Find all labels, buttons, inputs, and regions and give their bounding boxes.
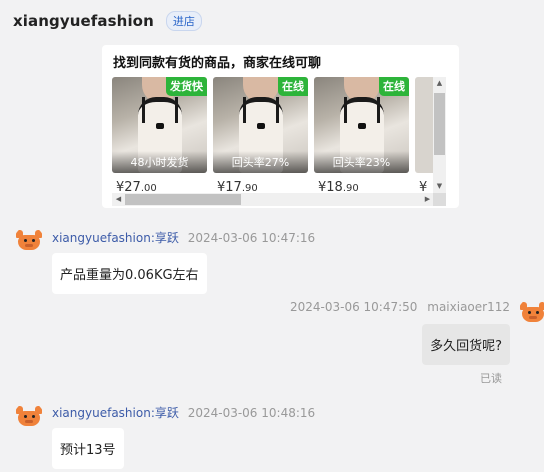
vertical-scrollbar[interactable]: ▲ ▼	[433, 77, 446, 193]
message-meta: 2024-03-06 10:47:50 maixiaoer112	[290, 300, 510, 314]
product-caption: 回头率27%	[213, 151, 308, 173]
cow-avatar-icon[interactable]	[14, 226, 44, 256]
product-image: 在线 回头率23%	[314, 77, 409, 173]
product-card-2[interactable]: 在线 回头率27% ¥17.90	[213, 77, 308, 195]
triangle-down-icon[interactable]: ▼	[433, 180, 446, 193]
product-image: 发货快 48小时发货	[112, 77, 207, 173]
triangle-left-icon[interactable]: ◀	[112, 193, 125, 206]
recommendation-card: 找到同款有货的商品，商家在线可聊 发货快 48小时发货 ¥27.00 在线 回头…	[102, 45, 459, 208]
message-time: 2024-03-06 10:47:50	[289, 300, 418, 314]
enter-shop-button[interactable]: 进店	[165, 11, 202, 31]
product-card-4[interactable]: ¥	[415, 77, 434, 195]
message-time: 2024-03-06 10:48:16	[187, 406, 316, 420]
product-tag: 在线	[278, 77, 308, 96]
product-carousel[interactable]: 发货快 48小时发货 ¥27.00 在线 回头率27% ¥17.90 在线 回头…	[112, 77, 434, 208]
recommendation-title: 找到同款有货的商品，商家在线可聊	[113, 56, 322, 71]
product-image	[415, 77, 434, 173]
read-status: 已读	[480, 372, 502, 385]
triangle-up-icon[interactable]: ▲	[433, 77, 446, 90]
message-meta: xiangyuefashion:享跃 2024-03-06 10:48:16	[52, 404, 315, 421]
product-caption: 48小时发货	[112, 151, 207, 173]
message-bubble[interactable]: 预计13号	[52, 428, 124, 469]
horizontal-scroll-thumb[interactable]	[125, 194, 241, 205]
product-caption: 回头率23%	[314, 151, 409, 173]
sender-name: maixiaoer112	[427, 300, 510, 314]
cow-avatar-icon[interactable]	[518, 298, 544, 328]
message-bubble[interactable]: 多久回货呢?	[422, 324, 510, 365]
product-image: 在线 回头率27%	[213, 77, 308, 173]
cow-avatar-icon[interactable]	[14, 402, 44, 432]
horizontal-scrollbar[interactable]: ◀ ▶	[112, 193, 434, 206]
vertical-scroll-thumb[interactable]	[434, 93, 445, 155]
shop-name[interactable]: xiangyuefashion	[13, 12, 154, 30]
product-card-3[interactable]: 在线 回头率23% ¥18.90	[314, 77, 409, 195]
sender-name[interactable]: xiangyuefashion:享跃	[52, 231, 179, 245]
message-bubble[interactable]: 产品重量为0.06KG左右	[52, 253, 207, 294]
scroll-corner	[433, 193, 446, 206]
sender-name[interactable]: xiangyuefashion:享跃	[52, 406, 179, 420]
message-meta: xiangyuefashion:享跃 2024-03-06 10:47:16	[52, 229, 315, 246]
chat-header: xiangyuefashion 进店	[0, 0, 544, 42]
product-tag: 在线	[379, 77, 409, 96]
product-tag: 发货快	[166, 77, 207, 96]
product-card-1[interactable]: 发货快 48小时发货 ¥27.00	[112, 77, 207, 195]
message-time: 2024-03-06 10:47:16	[187, 231, 316, 245]
